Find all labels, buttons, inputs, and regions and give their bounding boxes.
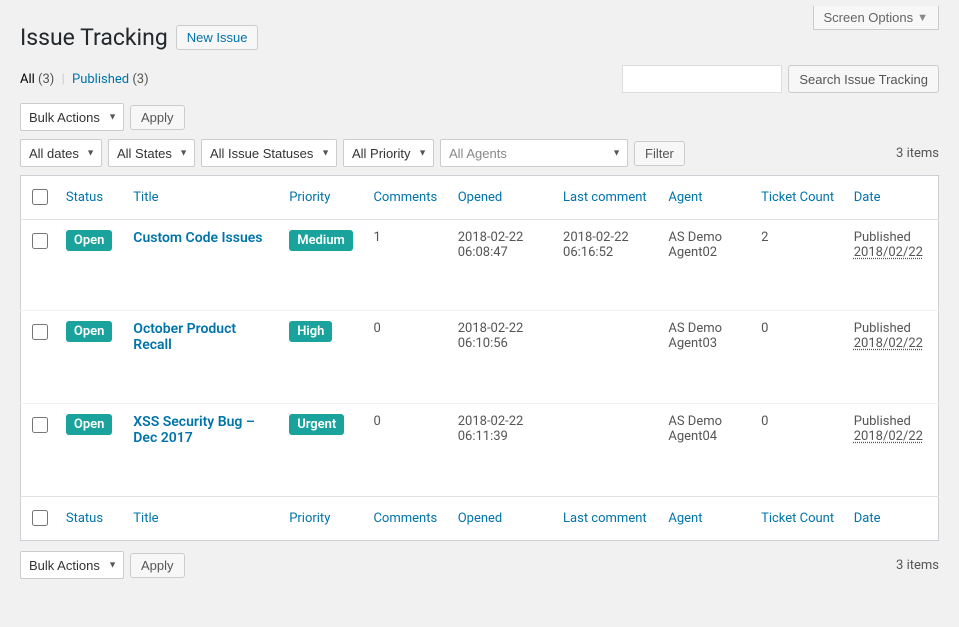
select-all-top[interactable] — [32, 189, 48, 205]
row-checkbox[interactable] — [32, 233, 48, 249]
date-cell: Published2018/02/22 — [846, 404, 939, 497]
status-badge: Open — [66, 414, 113, 435]
col-opened[interactable]: Opened — [458, 190, 503, 205]
priority-badge: Medium — [289, 230, 353, 251]
date-value: 2018/02/22 — [854, 429, 923, 444]
opened-cell: 2018-02-22 06:11:39 — [450, 404, 555, 497]
separator: | — [62, 72, 65, 87]
ticket-count-cell: 0 — [753, 404, 846, 497]
items-count-top: 3 items — [896, 146, 939, 161]
issue-title-link[interactable]: Custom Code Issues — [133, 230, 262, 246]
agent-cell: AS Demo Agent02 — [660, 220, 753, 311]
new-issue-button[interactable]: New Issue — [176, 25, 259, 50]
issue-title-link[interactable]: October Product Recall — [133, 321, 236, 353]
opened-cell: 2018-02-22 06:08:47 — [450, 220, 555, 311]
view-filters: All (3) | Published (3) — [20, 72, 149, 87]
col-ticket-count[interactable]: Ticket Count — [761, 190, 834, 205]
comments-cell: 0 — [365, 404, 449, 497]
apply-button-top[interactable]: Apply — [130, 105, 185, 130]
screen-options-label: Screen Options — [824, 10, 914, 25]
agent-cell: AS Demo Agent03 — [660, 311, 753, 404]
priority-badge: High — [289, 321, 332, 342]
page-title: Issue Tracking — [20, 24, 168, 51]
ticket-count-cell: 2 — [753, 220, 846, 311]
issue-title-link[interactable]: XSS Security Bug – Dec 2017 — [133, 414, 255, 446]
bulk-actions-select-top[interactable]: Bulk Actions — [20, 103, 124, 131]
col-agent[interactable]: Agent — [668, 190, 702, 205]
date-value: 2018/02/22 — [854, 245, 923, 260]
col-date-foot[interactable]: Date — [854, 511, 881, 526]
col-date[interactable]: Date — [854, 190, 881, 205]
items-count-bottom: 3 items — [896, 558, 939, 573]
col-priority[interactable]: Priority — [289, 190, 330, 205]
col-opened-foot[interactable]: Opened — [458, 511, 503, 526]
filter-dates-select[interactable]: All dates — [20, 139, 102, 167]
filter-agents-select[interactable]: All Agents — [440, 139, 628, 167]
view-all-count: (3) — [38, 72, 54, 87]
priority-badge: Urgent — [289, 414, 344, 435]
date-cell: Published2018/02/22 — [846, 220, 939, 311]
filter-states-select[interactable]: All States — [108, 139, 195, 167]
last-comment-cell — [555, 404, 660, 497]
issues-table: Status Title Priority Comments Opened La… — [20, 175, 939, 541]
agent-cell: AS Demo Agent04 — [660, 404, 753, 497]
filter-statuses-select[interactable]: All Issue Statuses — [201, 139, 337, 167]
view-all-label: All — [20, 72, 35, 87]
opened-cell: 2018-02-22 06:10:56 — [450, 311, 555, 404]
date-state: Published — [854, 414, 930, 429]
col-comments-foot[interactable]: Comments — [373, 511, 437, 526]
chevron-down-icon: ▼ — [917, 12, 928, 24]
view-published-label: Published — [72, 72, 129, 87]
last-comment-cell: 2018-02-22 06:16:52 — [555, 220, 660, 311]
row-checkbox[interactable] — [32, 324, 48, 340]
view-published-count: (3) — [132, 72, 148, 87]
col-last-comment[interactable]: Last comment — [563, 190, 647, 205]
comments-cell: 0 — [365, 311, 449, 404]
filter-priority-select[interactable]: All Priority — [343, 139, 434, 167]
table-row: OpenCustom Code IssuesMedium12018-02-22 … — [21, 220, 939, 311]
apply-button-bottom[interactable]: Apply — [130, 553, 185, 578]
screen-options-toggle[interactable]: Screen Options ▼ — [813, 6, 940, 30]
status-badge: Open — [66, 321, 113, 342]
col-status[interactable]: Status — [66, 190, 103, 205]
view-published-link[interactable]: Published (3) — [72, 72, 149, 87]
col-priority-foot[interactable]: Priority — [289, 511, 330, 526]
col-ticket-count-foot[interactable]: Ticket Count — [761, 511, 834, 526]
comments-cell: 1 — [365, 220, 449, 311]
table-row: OpenXSS Security Bug – Dec 2017Urgent020… — [21, 404, 939, 497]
last-comment-cell — [555, 311, 660, 404]
bulk-actions-select-bottom[interactable]: Bulk Actions — [20, 551, 124, 579]
date-cell: Published2018/02/22 — [846, 311, 939, 404]
col-last-comment-foot[interactable]: Last comment — [563, 511, 647, 526]
date-state: Published — [854, 321, 930, 336]
select-all-bottom[interactable] — [32, 510, 48, 526]
col-title-foot[interactable]: Title — [133, 511, 158, 526]
ticket-count-cell: 0 — [753, 311, 846, 404]
col-agent-foot[interactable]: Agent — [668, 511, 702, 526]
date-value: 2018/02/22 — [854, 336, 923, 351]
row-checkbox[interactable] — [32, 417, 48, 433]
table-row: OpenOctober Product RecallHigh02018-02-2… — [21, 311, 939, 404]
search-button[interactable]: Search Issue Tracking — [788, 65, 939, 93]
status-badge: Open — [66, 230, 113, 251]
search-input[interactable] — [622, 65, 782, 93]
col-title[interactable]: Title — [133, 190, 158, 205]
date-state: Published — [854, 230, 930, 245]
col-comments[interactable]: Comments — [373, 190, 437, 205]
col-status-foot[interactable]: Status — [66, 511, 103, 526]
filter-button[interactable]: Filter — [634, 141, 685, 166]
